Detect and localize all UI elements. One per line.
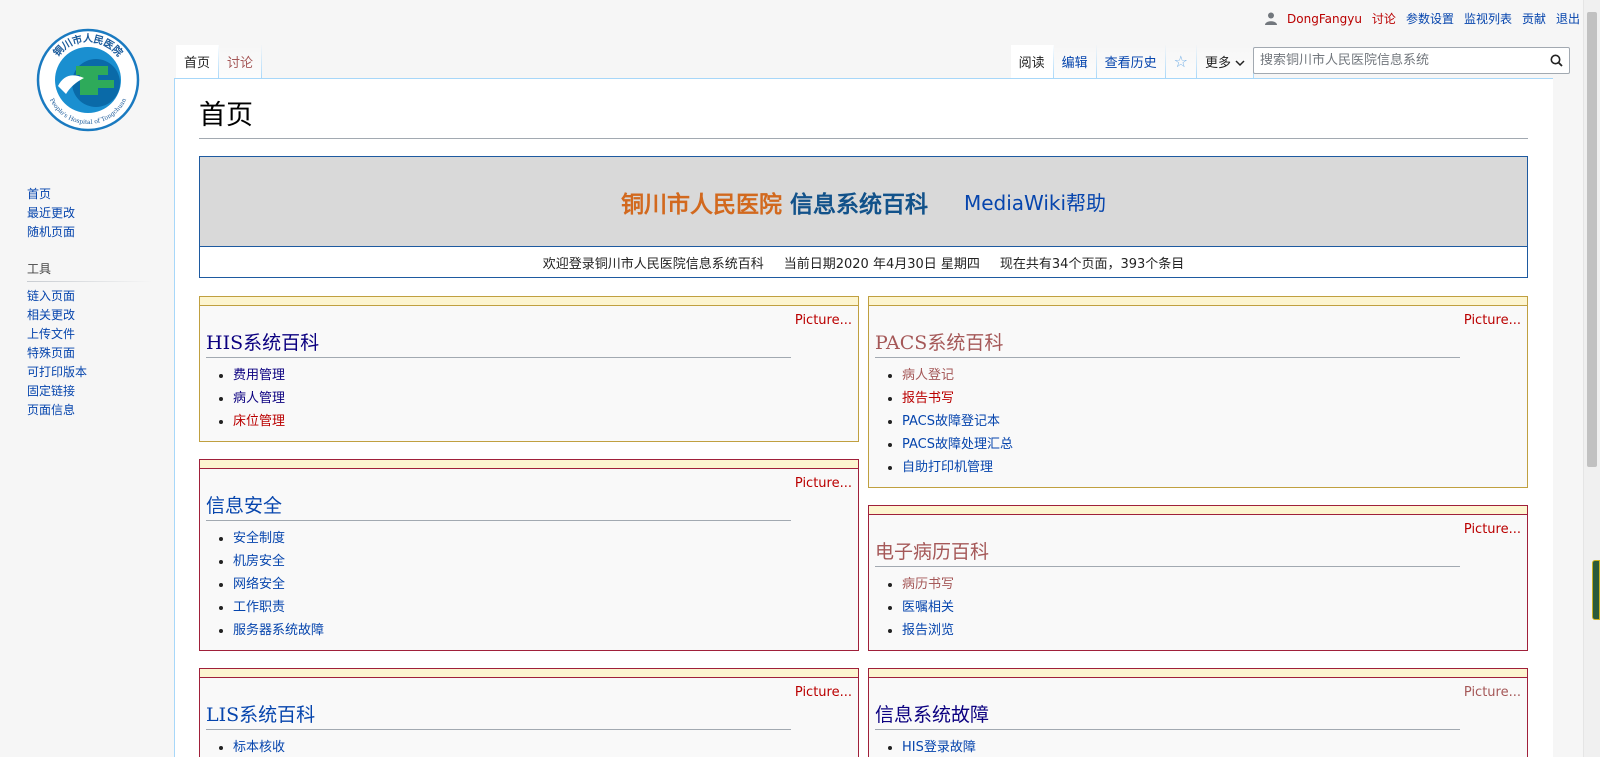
security-box: Picture... 信息安全 安全制度 机房安全 网络安全 工作职责 服务器系…: [199, 459, 859, 651]
emr-item-records[interactable]: 病历书写: [902, 577, 954, 592]
sidebar-navigation: 首页 最近更改 随机页面: [27, 185, 152, 242]
tools-heading: 工具: [27, 260, 152, 282]
emr-item-reports[interactable]: 报告浏览: [902, 623, 954, 638]
personal-tools: DongFangyu 讨论 参数设置 监视列表 贡献 退出: [1265, 10, 1580, 27]
pacs-title[interactable]: PACS系统百科: [875, 330, 1460, 358]
contributions-link[interactable]: 贡献: [1522, 10, 1546, 27]
emr-title[interactable]: 电子病历百科: [875, 539, 1460, 567]
his-title[interactable]: HIS系统百科: [206, 330, 791, 358]
star-icon: ☆: [1173, 52, 1188, 71]
pacs-item-printer[interactable]: 自助打印机管理: [902, 460, 993, 475]
more-menu-button[interactable]: 更多: [1196, 45, 1254, 78]
security-item-network[interactable]: 网络安全: [233, 577, 285, 592]
sidebar-item-special-pages[interactable]: 特殊页面: [27, 346, 75, 360]
security-picture-link[interactable]: Picture...: [795, 476, 852, 491]
pacs-picture-link[interactable]: Picture...: [1464, 313, 1521, 328]
security-item-policy[interactable]: 安全制度: [233, 531, 285, 546]
lis-picture-link[interactable]: Picture...: [795, 685, 852, 700]
sidebar-item-related-changes[interactable]: 相关更改: [27, 308, 75, 322]
username-link[interactable]: DongFangyu: [1287, 12, 1362, 26]
security-title[interactable]: 信息安全: [206, 493, 791, 521]
chevron-down-icon: [1235, 56, 1245, 71]
tab-discussion[interactable]: 讨论: [219, 45, 263, 78]
pacs-item-report-writing[interactable]: 报告书写: [902, 391, 954, 406]
user-talk-link[interactable]: 讨论: [1372, 10, 1396, 27]
search-input[interactable]: [1260, 53, 1543, 68]
search-icon[interactable]: [1543, 48, 1569, 74]
sidebar-item-printable-version[interactable]: 可打印版本: [27, 365, 87, 379]
tab-view-history[interactable]: 查看历史: [1096, 45, 1166, 78]
preferences-link[interactable]: 参数设置: [1406, 10, 1454, 27]
pacs-box: Picture... PACS系统百科 病人登记 报告书写 PACS故障登记本 …: [868, 296, 1528, 488]
banner-title-hospital: 铜川市人民医院: [620, 191, 782, 218]
scrollbar-thumb[interactable]: [1587, 12, 1597, 467]
more-label: 更多: [1204, 56, 1231, 71]
sidebar-tools: 链入页面 相关更改 上传文件 特殊页面 可打印版本 固定链接 页面信息: [27, 287, 152, 420]
vertical-scrollbar[interactable]: [1583, 0, 1600, 757]
welcome-banner: 铜川市人民医院 信息系统百科 MediaWiki帮助 欢迎登录铜川市人民医院信息系…: [199, 156, 1528, 278]
security-item-server-faults[interactable]: 服务器系统故障: [233, 623, 324, 638]
page-stats: 现在共有34个页面，393个条目: [999, 256, 1185, 272]
his-item-fees[interactable]: 费用管理: [233, 368, 285, 383]
page-title: 首页: [199, 97, 1528, 139]
banner-title-wiki: 信息系统百科: [789, 191, 928, 218]
his-item-beds[interactable]: 床位管理: [233, 414, 285, 429]
security-item-server-room[interactable]: 机房安全: [233, 554, 285, 569]
his-picture-link[interactable]: Picture...: [795, 313, 852, 328]
sidebar-item-page-info[interactable]: 页面信息: [27, 403, 75, 417]
tab-main-page[interactable]: 首页: [176, 45, 220, 78]
watch-star-button[interactable]: ☆: [1165, 45, 1197, 78]
main-content: 首页 铜川市人民医院 信息系统百科 MediaWiki帮助 欢迎登录铜川市人民医院…: [174, 78, 1553, 757]
sidebar-item-main-page[interactable]: 首页: [27, 187, 51, 201]
logout-link[interactable]: 退出: [1556, 10, 1580, 27]
side-widget-handle[interactable]: [1592, 560, 1600, 620]
sidebar: 首页 最近更改 随机页面 工具 链入页面 相关更改 上传文件 特殊页面 可打印版…: [27, 185, 152, 420]
lis-item-specimen[interactable]: 标本核收: [233, 740, 285, 755]
sidebar-item-permanent-link[interactable]: 固定链接: [27, 384, 75, 398]
sidebar-item-random-page[interactable]: 随机页面: [27, 225, 75, 239]
emr-item-orders[interactable]: 医嘱相关: [902, 600, 954, 615]
mediawiki-help-link[interactable]: MediaWiki帮助: [964, 187, 1106, 216]
lis-box: Picture... LIS系统百科 标本核收: [199, 668, 859, 757]
hospital-logo[interactable]: 铜川市人民医院 People's Hospital of Tongchuan: [36, 28, 140, 132]
sidebar-item-what-links-here[interactable]: 链入页面: [27, 289, 75, 303]
faults-picture-link[interactable]: Picture...: [1464, 685, 1521, 700]
faults-item-his-login[interactable]: HIS登录故障: [902, 740, 976, 755]
security-item-duties[interactable]: 工作职责: [233, 600, 285, 615]
his-item-patients[interactable]: 病人管理: [233, 391, 285, 406]
pacs-item-fault-log[interactable]: PACS故障登记本: [902, 414, 1000, 429]
namespace-tabs: 首页 讨论: [176, 45, 263, 78]
tab-edit[interactable]: 编辑: [1053, 45, 1097, 78]
user-icon: [1265, 12, 1278, 25]
emr-box: Picture... 电子病历百科 病历书写 医嘱相关 报告浏览: [868, 505, 1528, 651]
tab-read[interactable]: 阅读: [1010, 45, 1054, 78]
lis-title[interactable]: LIS系统百科: [206, 702, 791, 730]
sidebar-item-upload-file[interactable]: 上传文件: [27, 327, 75, 341]
faults-title[interactable]: 信息系统故障: [875, 702, 1460, 730]
emr-picture-link[interactable]: Picture...: [1464, 522, 1521, 537]
search-box: [1253, 47, 1570, 74]
pacs-item-registration[interactable]: 病人登记: [902, 368, 954, 383]
current-date: 当前日期2020 年4月30日 星期四: [783, 256, 980, 272]
watchlist-link[interactable]: 监视列表: [1464, 10, 1512, 27]
welcome-text: 欢迎登录铜川市人民医院信息系统百科: [542, 256, 764, 272]
view-tabs: 阅读 编辑 查看历史 ☆ 更多: [1010, 45, 1254, 78]
faults-box: Picture... 信息系统故障 HIS登录故障: [868, 668, 1528, 757]
his-box: Picture... HIS系统百科 费用管理 病人管理 床位管理: [199, 296, 859, 442]
sidebar-item-recent-changes[interactable]: 最近更改: [27, 206, 75, 220]
pacs-item-fault-summary[interactable]: PACS故障处理汇总: [902, 437, 1013, 452]
